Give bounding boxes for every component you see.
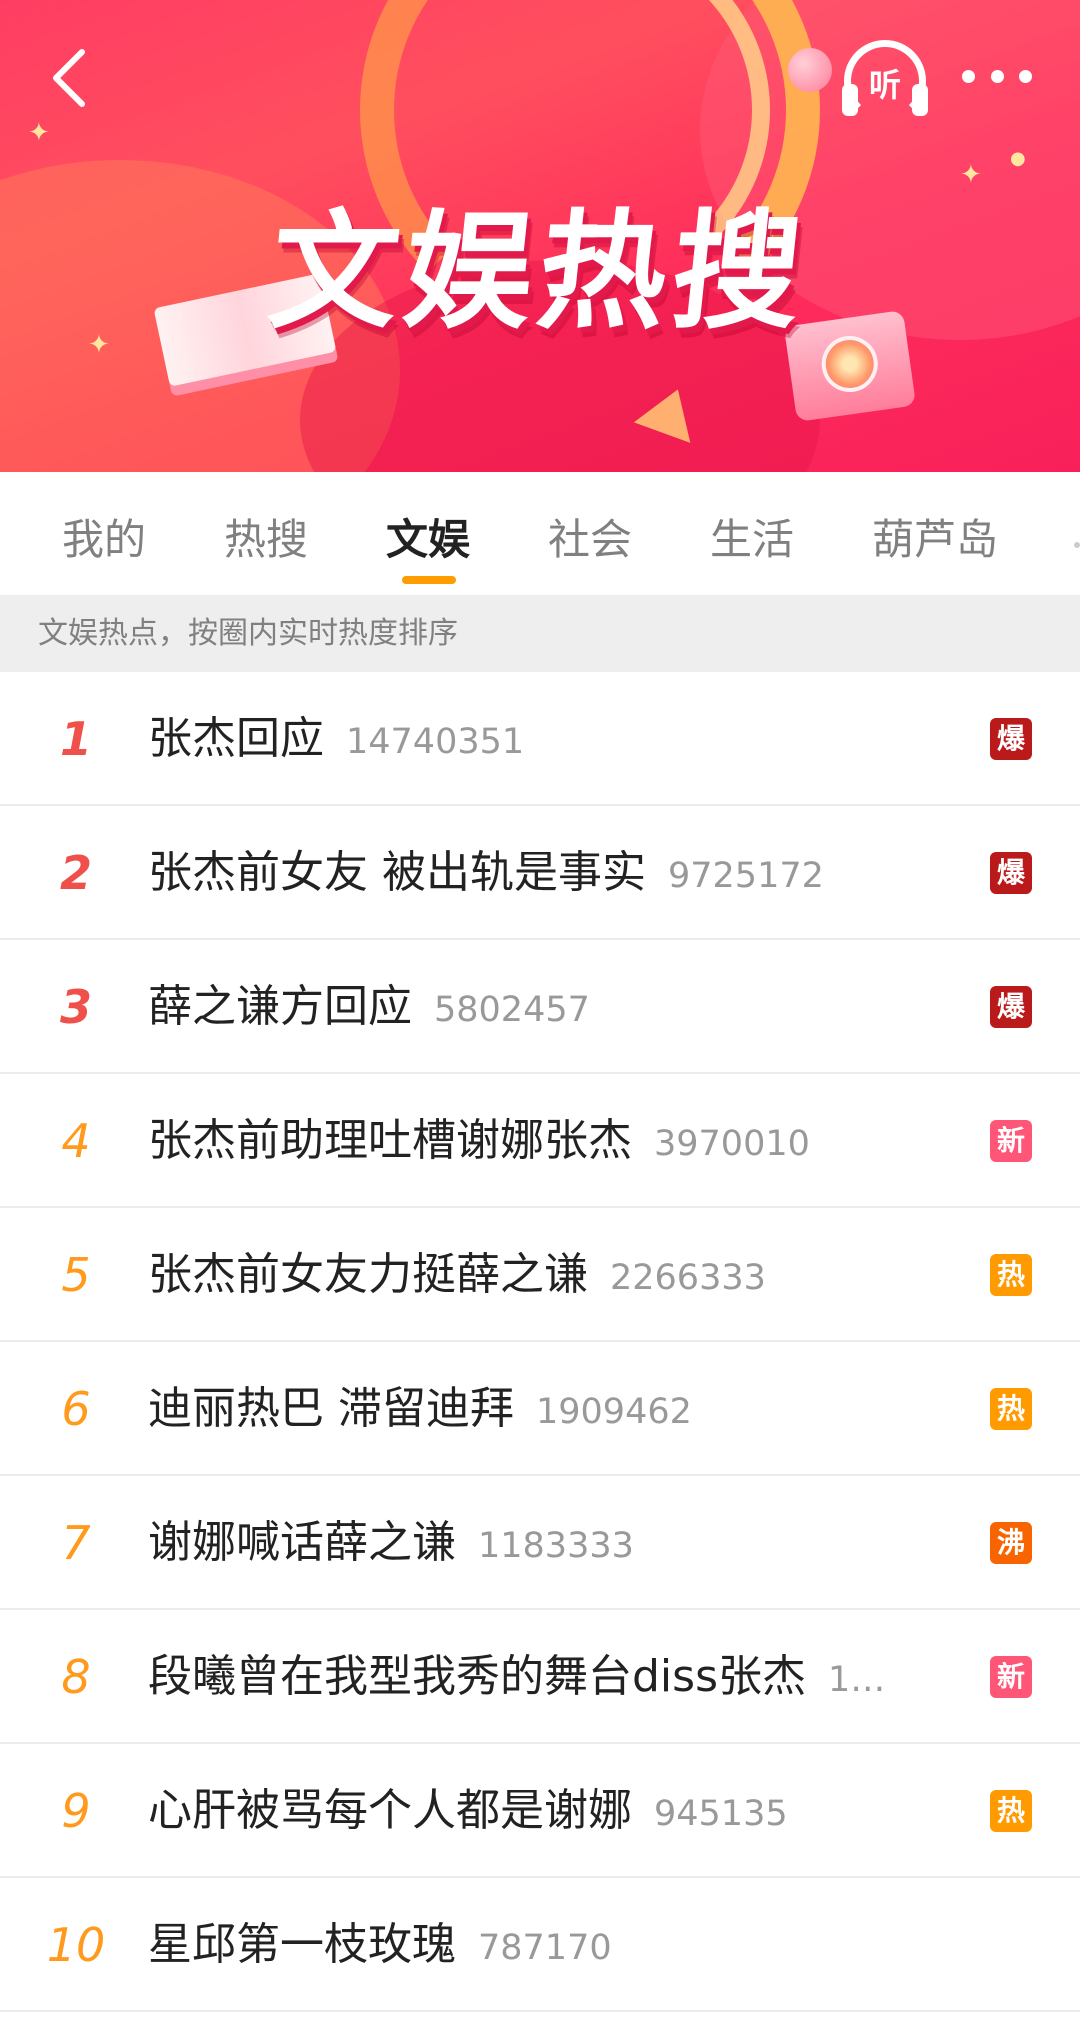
planet-icon <box>788 48 832 92</box>
topic-title: 迪丽热巴 滞留迪拜 <box>148 1383 514 1434</box>
more-options-button[interactable] <box>962 56 1032 96</box>
headphones-icon <box>842 84 858 116</box>
topic-text[interactable]: 迪丽热巴 滞留迪拜 1909462 <box>148 1342 948 1476</box>
tab-life[interactable]: 生活 <box>710 506 794 567</box>
topic-text[interactable]: 段曦曾在我型我秀的舞台diss张杰 1… <box>148 1610 948 1744</box>
rank-number: 10 <box>46 1918 106 1972</box>
topic-title: 心肝被骂每个人都是谢娜 <box>148 1785 632 1836</box>
rank-number: 6 <box>61 1382 91 1436</box>
topic-text[interactable]: 薛之谦方回应 5802457 <box>148 940 948 1074</box>
heat-count: 1183333 <box>478 1526 634 1566</box>
topic-title: 段曦曾在我型我秀的舞台diss张杰 <box>148 1651 807 1702</box>
tab-society[interactable]: 社会 <box>548 506 632 567</box>
status-badge: 热 <box>990 1254 1032 1296</box>
list-item[interactable]: 1 张杰回应 14740351 爆 <box>0 672 1080 806</box>
topic-title: 张杰前助理吐槽谢娜张杰 <box>148 1115 632 1166</box>
topic-text[interactable]: 张杰前女友 被出轨是事实 9725172 <box>148 806 948 940</box>
heat-count: 1… <box>828 1660 886 1700</box>
list-item[interactable]: 9 心肝被骂每个人都是谢娜 945135 热 <box>0 1744 1080 1878</box>
rank-number: 5 <box>61 1248 91 1302</box>
list-item[interactable]: 2 张杰前女友 被出轨是事实 9725172 爆 <box>0 806 1080 940</box>
topic-text[interactable]: 心肝被骂每个人都是谢娜 945135 <box>148 1744 948 1878</box>
rank-number: 1 <box>59 712 92 766</box>
heat-count: 9725172 <box>668 856 824 896</box>
sparkle-icon: ✦ <box>28 118 50 148</box>
hot-search-list: 1 张杰回应 14740351 爆 2 张杰前女友 被出轨是事实 9725172 爆 3 薛之谦方… <box>0 672 1080 2012</box>
topic-text[interactable]: 张杰回应 14740351 <box>148 672 948 806</box>
heat-count: 3970010 <box>654 1124 810 1164</box>
list-item[interactable]: 7 谢娜喊话薛之谦 1183333 沸 <box>0 1476 1080 1610</box>
status-badge: 爆 <box>990 852 1032 894</box>
sparkle-icon: ● <box>1010 148 1026 169</box>
rank-number: 4 <box>61 1114 91 1168</box>
heat-count: 1909462 <box>536 1392 692 1432</box>
rank-number: 3 <box>59 980 92 1034</box>
status-badge: 热 <box>990 1790 1032 1832</box>
topic-text[interactable]: 张杰前女友力挺薛之谦 2266333 <box>148 1208 948 1342</box>
heat-count: 14740351 <box>346 722 525 762</box>
list-item[interactable]: 6 迪丽热巴 滞留迪拜 1909462 热 <box>0 1342 1080 1476</box>
listen-label: 听 <box>868 66 901 104</box>
headphones-icon <box>912 84 928 116</box>
list-item[interactable]: 3 薛之谦方回应 5802457 爆 <box>0 940 1080 1074</box>
dot-icon <box>1019 69 1032 83</box>
status-badge: 爆 <box>990 986 1032 1028</box>
list-description: 文娱热点，按圈内实时热度排序 <box>0 596 1080 672</box>
listen-button[interactable]: 听 <box>840 36 930 122</box>
rank-number: 7 <box>61 1516 91 1570</box>
page-title: 文娱热搜 <box>262 198 815 347</box>
rank-number: 2 <box>59 846 92 900</box>
topic-title: 张杰前女友 被出轨是事实 <box>148 847 646 898</box>
heat-count: 2266333 <box>610 1258 766 1298</box>
list-item[interactable]: 8 段曦曾在我型我秀的舞台diss张杰 1… 新 <box>0 1610 1080 1744</box>
rank-number: 9 <box>61 1784 91 1838</box>
topic-title: 张杰回应 <box>148 713 324 764</box>
list-item[interactable]: 10 星邱第一枝玫瑰 787170 <box>0 1878 1080 2012</box>
topic-title: 张杰前女友力挺薛之谦 <box>148 1249 588 1300</box>
tab-overflow-hint <box>1074 542 1080 548</box>
tab-hot-search[interactable]: 热搜 <box>224 506 308 567</box>
dot-icon <box>990 69 1004 83</box>
tab-huludao[interactable]: 葫芦岛 <box>872 506 998 567</box>
heat-count: 787170 <box>478 1928 612 1968</box>
dot-icon <box>962 69 975 83</box>
topic-text[interactable]: 谢娜喊话薛之谦 1183333 <box>148 1476 948 1610</box>
topic-text[interactable]: 星邱第一枝玫瑰 787170 <box>148 1878 948 2012</box>
active-tab-indicator <box>402 576 456 584</box>
topic-title: 星邱第一枝玫瑰 <box>148 1919 456 1970</box>
topic-title: 薛之谦方回应 <box>148 981 412 1032</box>
heat-count: 5802457 <box>434 990 590 1030</box>
tab-entertainment[interactable]: 文娱 <box>386 506 470 567</box>
list-item[interactable]: 4 张杰前助理吐槽谢娜张杰 3970010 新 <box>0 1074 1080 1208</box>
status-badge: 爆 <box>990 718 1032 760</box>
list-item[interactable]: 5 张杰前女友力挺薛之谦 2266333 热 <box>0 1208 1080 1342</box>
back-button[interactable] <box>36 42 106 112</box>
header-banner: ✦ ✦ ✦ ● 文娱热搜 听 <box>0 0 1080 472</box>
heat-count: 945135 <box>654 1794 788 1834</box>
status-badge: 热 <box>990 1388 1032 1430</box>
topic-title: 谢娜喊话薛之谦 <box>148 1517 456 1568</box>
status-badge: 新 <box>990 1120 1032 1162</box>
status-badge: 新 <box>990 1656 1032 1698</box>
chevron-left-icon <box>53 49 85 107</box>
tab-mine[interactable]: 我的 <box>62 506 146 567</box>
rank-number: 8 <box>61 1650 91 1704</box>
status-badge: 沸 <box>990 1522 1032 1564</box>
topic-text[interactable]: 张杰前助理吐槽谢娜张杰 3970010 <box>148 1074 948 1208</box>
category-tabs: 我的 热搜 文娱 社会 生活 葫芦岛 <box>0 472 1080 596</box>
